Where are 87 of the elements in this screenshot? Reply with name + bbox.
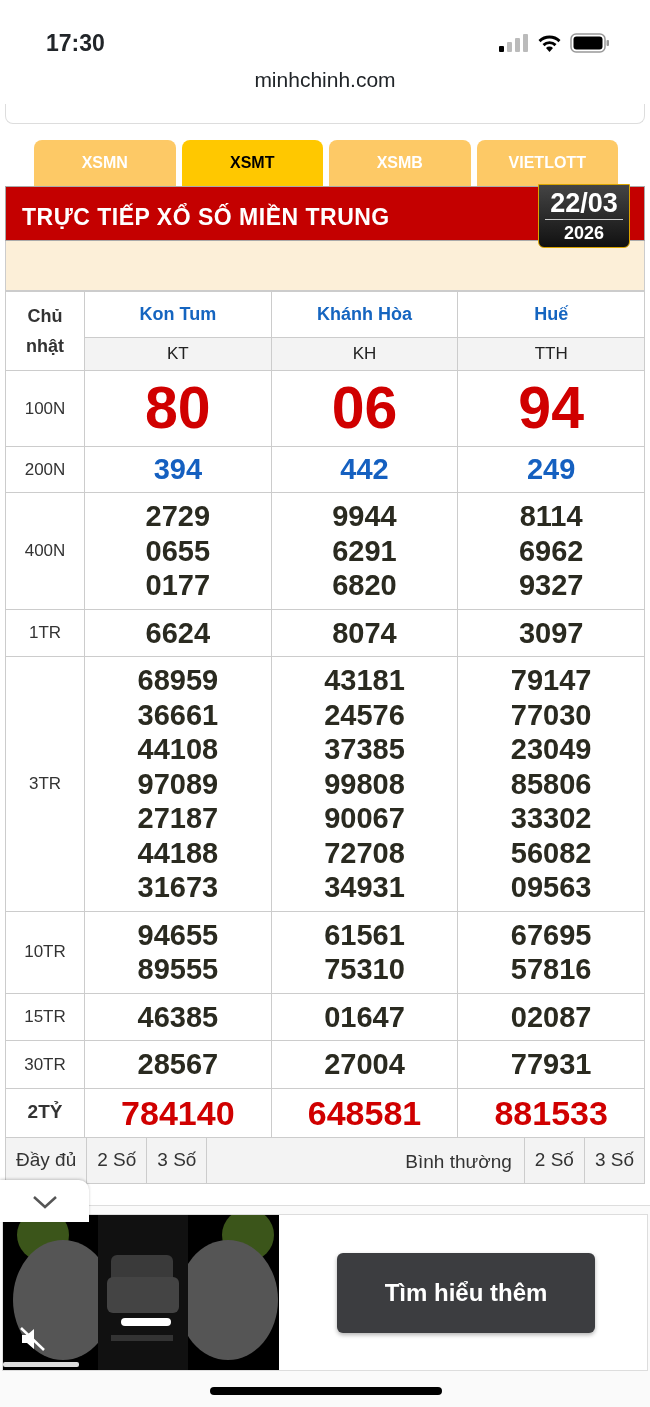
result-number: 8114 bbox=[518, 499, 584, 534]
result-number: 37385 bbox=[323, 732, 406, 767]
result-number: 68959 bbox=[136, 663, 220, 698]
learn-more-button[interactable]: Tìm hiểu thêm bbox=[337, 1253, 595, 1333]
result-number: 77931 bbox=[509, 1047, 593, 1082]
result-number: 61561 bbox=[323, 917, 406, 952]
result-number: 90067 bbox=[323, 801, 406, 836]
chevron-down-icon bbox=[31, 1194, 58, 1209]
result-number: 648581 bbox=[306, 1092, 423, 1134]
result-number: 0177 bbox=[144, 568, 212, 603]
draw-date: 22/03 bbox=[545, 187, 623, 220]
province-name[interactable]: Huế bbox=[534, 304, 569, 324]
result-number: 9944 bbox=[331, 499, 398, 534]
result-number: 79147 bbox=[509, 663, 593, 698]
prize-label: 3TR bbox=[28, 774, 62, 793]
province-name[interactable]: Kon Tum bbox=[139, 304, 217, 324]
prize-label: 100N bbox=[24, 398, 66, 418]
wifi-icon bbox=[537, 34, 562, 52]
result-number: 31673 bbox=[136, 870, 220, 905]
url-text[interactable]: minhchinh.com bbox=[254, 68, 396, 91]
result-number: 0655 bbox=[144, 533, 212, 568]
result-number: 94 bbox=[517, 374, 585, 443]
result-number: 57816 bbox=[509, 952, 593, 987]
result-number: 6962 bbox=[517, 533, 585, 568]
result-number: 27004 bbox=[323, 1047, 406, 1082]
prize-label: 1TR bbox=[28, 623, 62, 642]
result-number: 27187 bbox=[136, 801, 220, 836]
result-number: 43181 bbox=[323, 663, 406, 698]
draw-year: 2026 bbox=[562, 222, 605, 245]
result-number: 97089 bbox=[136, 766, 220, 801]
result-number: 9327 bbox=[517, 568, 585, 603]
result-number: 8074 bbox=[331, 615, 398, 650]
result-number: 75310 bbox=[323, 952, 406, 987]
prize-label: 10TR bbox=[24, 942, 66, 962]
result-number: 46385 bbox=[136, 999, 220, 1034]
signal-icon bbox=[499, 34, 529, 52]
result-number: 99808 bbox=[323, 766, 406, 801]
result-number: 24576 bbox=[323, 697, 406, 732]
mute-icon[interactable] bbox=[20, 1327, 46, 1351]
result-number: 249 bbox=[525, 452, 577, 487]
result-number: 56082 bbox=[509, 835, 593, 870]
result-number: 6820 bbox=[331, 568, 398, 603]
prize-label: 30TR bbox=[24, 1054, 66, 1074]
result-number: 881533 bbox=[493, 1092, 609, 1134]
result-number: 6624 bbox=[144, 615, 212, 650]
result-number: 784140 bbox=[120, 1092, 236, 1134]
result-number: 02087 bbox=[509, 999, 593, 1034]
result-number: 89555 bbox=[136, 952, 220, 987]
result-number: 67695 bbox=[509, 917, 593, 952]
result-number: 33302 bbox=[509, 801, 593, 836]
banner-title: TRỰC TIẾP XỔ SỐ MIỀN TRUNG bbox=[22, 202, 390, 232]
province-code: TTH bbox=[534, 344, 568, 364]
result-number: 36661 bbox=[136, 697, 220, 732]
result-number: 28567 bbox=[136, 1047, 220, 1082]
prize-label: 2TỶ bbox=[27, 1101, 63, 1123]
result-number: 85806 bbox=[509, 766, 593, 801]
filter-button[interactable]: 2 Số bbox=[87, 1137, 148, 1183]
weekday-label: Chủ nhật bbox=[25, 305, 65, 358]
prize-label: 15TR bbox=[24, 1007, 66, 1026]
result-number: 23049 bbox=[509, 732, 593, 767]
mode-label: Bình thường bbox=[405, 1150, 512, 1172]
region-tab[interactable]: XSMT bbox=[181, 140, 323, 186]
result-number: 72708 bbox=[323, 835, 406, 870]
result-number: 6291 bbox=[331, 533, 398, 568]
result-number: 09563 bbox=[509, 870, 593, 905]
result-number: 3097 bbox=[517, 615, 585, 650]
result-number: 77030 bbox=[509, 697, 593, 732]
result-number: 44108 bbox=[136, 732, 220, 767]
result-number: 94655 bbox=[136, 917, 220, 952]
result-number: 44188 bbox=[136, 835, 220, 870]
filter-button[interactable]: 3 Số bbox=[584, 1137, 644, 1183]
result-number: 442 bbox=[339, 452, 390, 487]
province-code: KT bbox=[166, 344, 189, 364]
result-number: 2729 bbox=[144, 499, 212, 534]
result-number: 06 bbox=[330, 374, 399, 443]
prize-label: 200N bbox=[24, 459, 66, 479]
clock-time: 17:30 bbox=[46, 28, 105, 58]
prize-label: 400N bbox=[24, 541, 66, 560]
battery-icon bbox=[570, 33, 610, 53]
filter-button[interactable]: 2 Số bbox=[524, 1137, 585, 1183]
province-code: KH bbox=[352, 344, 377, 364]
result-number: 394 bbox=[152, 452, 203, 487]
result-number: 01647 bbox=[323, 999, 406, 1034]
filter-button[interactable]: 3 Số bbox=[147, 1137, 208, 1183]
result-number: 34931 bbox=[323, 870, 406, 905]
result-number: 80 bbox=[144, 374, 212, 443]
collapse-button[interactable] bbox=[0, 1180, 89, 1222]
